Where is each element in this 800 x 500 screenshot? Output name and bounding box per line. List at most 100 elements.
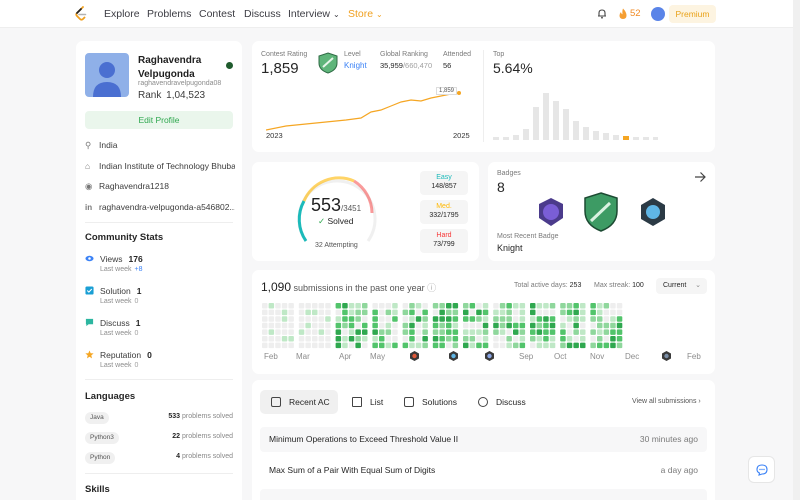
heatmap-cell[interactable] (499, 329, 506, 335)
heatmap-cell[interactable] (530, 336, 536, 342)
heatmap-cell[interactable] (446, 336, 452, 342)
heatmap-cell[interactable] (432, 329, 439, 335)
nav-discuss[interactable]: Discuss (244, 8, 281, 20)
tab-solutions[interactable]: Solutions (393, 390, 459, 414)
nav-explore[interactable]: Explore (104, 8, 140, 20)
heatmap-cell[interactable] (379, 309, 385, 316)
heatmap-cell[interactable] (573, 342, 579, 349)
heatmap-cell[interactable] (288, 342, 294, 349)
heatmap-cell[interactable] (312, 322, 318, 329)
heatmap-cell[interactable] (452, 322, 459, 329)
heatmap-cell[interactable] (560, 336, 566, 342)
heatmap-cell[interactable] (580, 316, 586, 322)
heatmap-cell[interactable] (392, 303, 398, 309)
heatmap-cell[interactable] (499, 322, 506, 329)
heatmap-cell[interactable] (335, 316, 342, 322)
heatmap-cell[interactable] (463, 342, 469, 349)
heatmap-cell[interactable] (493, 329, 499, 335)
heatmap-cell[interactable] (422, 316, 428, 322)
heatmap-cell[interactable] (281, 309, 288, 316)
heatmap-cell[interactable] (392, 322, 398, 329)
heatmap-cell[interactable] (476, 316, 482, 322)
heatmap-cell[interactable] (275, 342, 281, 349)
heatmap-cell[interactable] (499, 303, 506, 309)
heatmap-cell[interactable] (530, 342, 536, 349)
info-icon[interactable]: ⓘ (427, 283, 436, 293)
heatmap-cell[interactable] (325, 342, 331, 349)
heatmap-cell[interactable] (409, 342, 415, 349)
heatmap-cell[interactable] (566, 322, 573, 329)
heatmap-cell[interactable] (268, 303, 275, 309)
heatmap-cell[interactable] (519, 303, 526, 309)
heatmap-cell[interactable] (288, 316, 294, 322)
heatmap-cell[interactable] (476, 336, 482, 342)
heatmap-cell[interactable] (432, 309, 439, 316)
premium-button[interactable]: Premium (669, 5, 716, 23)
heatmap-cell[interactable] (422, 329, 428, 335)
heatmap-cell[interactable] (566, 303, 573, 309)
heatmap-cell[interactable] (335, 303, 342, 309)
heatmap-cell[interactable] (355, 309, 361, 316)
heatmap-cell[interactable] (549, 322, 556, 329)
heatmap-cell[interactable] (379, 329, 385, 335)
heatmap-cell[interactable] (325, 329, 331, 335)
heatmap-cell[interactable] (281, 342, 288, 349)
heatmap-cell[interactable] (268, 336, 275, 342)
heatmap-cell[interactable] (312, 329, 318, 335)
heatmap-cell[interactable] (543, 329, 549, 335)
heatmap-cell[interactable] (543, 309, 549, 316)
heatmap-cell[interactable] (549, 303, 556, 309)
heatmap-cell[interactable] (372, 329, 378, 335)
heatmap-cell[interactable] (573, 316, 579, 322)
heatmap-cell[interactable] (482, 309, 489, 316)
heatmap-cell[interactable] (476, 309, 482, 316)
heatmap-cell[interactable] (342, 336, 348, 342)
heatmap-cell[interactable] (530, 329, 536, 335)
heatmap-cell[interactable] (590, 322, 596, 329)
heatmap-cell[interactable] (590, 342, 596, 349)
heatmap-cell[interactable] (362, 336, 368, 342)
heatmap-cell[interactable] (597, 336, 603, 342)
heatmap-cell[interactable] (298, 342, 305, 349)
heatmap-cell[interactable] (560, 342, 566, 349)
heatmap-cell[interactable] (506, 316, 512, 322)
heatmap-cell[interactable] (312, 316, 318, 322)
heatmap-cell[interactable] (432, 303, 439, 309)
heatmap-cell[interactable] (549, 316, 556, 322)
heatmap-cell[interactable] (603, 336, 610, 342)
heatmap-cell[interactable] (603, 342, 610, 349)
heatmap-cell[interactable] (476, 303, 482, 309)
heatmap-cell[interactable] (402, 329, 409, 335)
heatmap-cell[interactable] (573, 329, 579, 335)
heatmap-cell[interactable] (281, 336, 288, 342)
heatmap-cell[interactable] (446, 309, 452, 316)
heatmap-cell[interactable] (446, 322, 452, 329)
heatmap-cell[interactable] (530, 316, 536, 322)
heatmap-cell[interactable] (493, 309, 499, 316)
heatmap-cell[interactable] (597, 303, 603, 309)
heatmap-cell[interactable] (513, 329, 519, 335)
heatmap-cell[interactable] (446, 316, 452, 322)
heatmap-cell[interactable] (439, 336, 445, 342)
heatmap-cell[interactable] (452, 342, 459, 349)
heatmap-cell[interactable] (519, 309, 526, 316)
heatmap-cell[interactable] (402, 322, 409, 329)
heatmap-cell[interactable] (616, 342, 623, 349)
heatmap-cell[interactable] (318, 322, 325, 329)
heatmap-cell[interactable] (372, 342, 378, 349)
heatmap-cell[interactable] (288, 322, 294, 329)
heatmap-cell[interactable] (610, 316, 616, 322)
heatmap-cell[interactable] (590, 336, 596, 342)
heatmap-cell[interactable] (432, 342, 439, 349)
heatmap-cell[interactable] (446, 342, 452, 349)
heatmap-cell[interactable] (476, 329, 482, 335)
heatmap-cell[interactable] (355, 342, 361, 349)
heatmap-cell[interactable] (342, 303, 348, 309)
heatmap-cell[interactable] (597, 342, 603, 349)
heatmap-cell[interactable] (452, 303, 459, 309)
heatmap-cell[interactable] (298, 336, 305, 342)
heatmap-cell[interactable] (348, 322, 355, 329)
heatmap-cell[interactable] (348, 342, 355, 349)
heatmap-cell[interactable] (409, 309, 415, 316)
heatmap-cell[interactable] (506, 309, 512, 316)
